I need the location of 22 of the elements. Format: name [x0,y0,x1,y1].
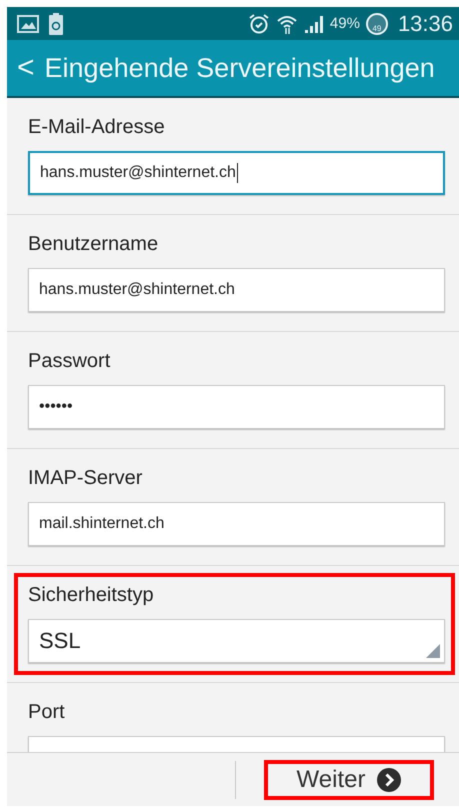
screen-title: Eingehende Servereinstellungen [44,52,435,84]
password-field[interactable]: •••••• [28,385,445,429]
signal-icon [304,14,324,34]
input-field[interactable]: hans.muster@shinternet.ch [28,151,445,195]
field-label: Benutzername [28,232,160,256]
dropdown-corner-icon [426,644,440,658]
alarm-clock-icon [248,12,270,34]
field-label: Passwort [28,349,112,373]
field-label: IMAP-Server [28,466,144,490]
field-label: Port [28,700,66,724]
field-label: E-Mail-Adresse [28,115,166,139]
input-field[interactable]: mail.shinternet.ch [28,502,445,546]
battery-level-icon: 49 [366,12,388,34]
security-type-dropdown[interactable]: SSL [28,619,445,663]
battery-icon [49,12,63,34]
image-icon [17,14,39,32]
battery-percent: 49% [330,15,360,32]
clock-time: 13:36 [398,10,453,36]
chevron-right-icon [377,768,402,792]
next-button[interactable]: Weiter [264,760,434,800]
input-field[interactable]: hans.muster@shinternet.ch [28,268,445,312]
field-label: Sicherheitstyp [28,583,155,607]
